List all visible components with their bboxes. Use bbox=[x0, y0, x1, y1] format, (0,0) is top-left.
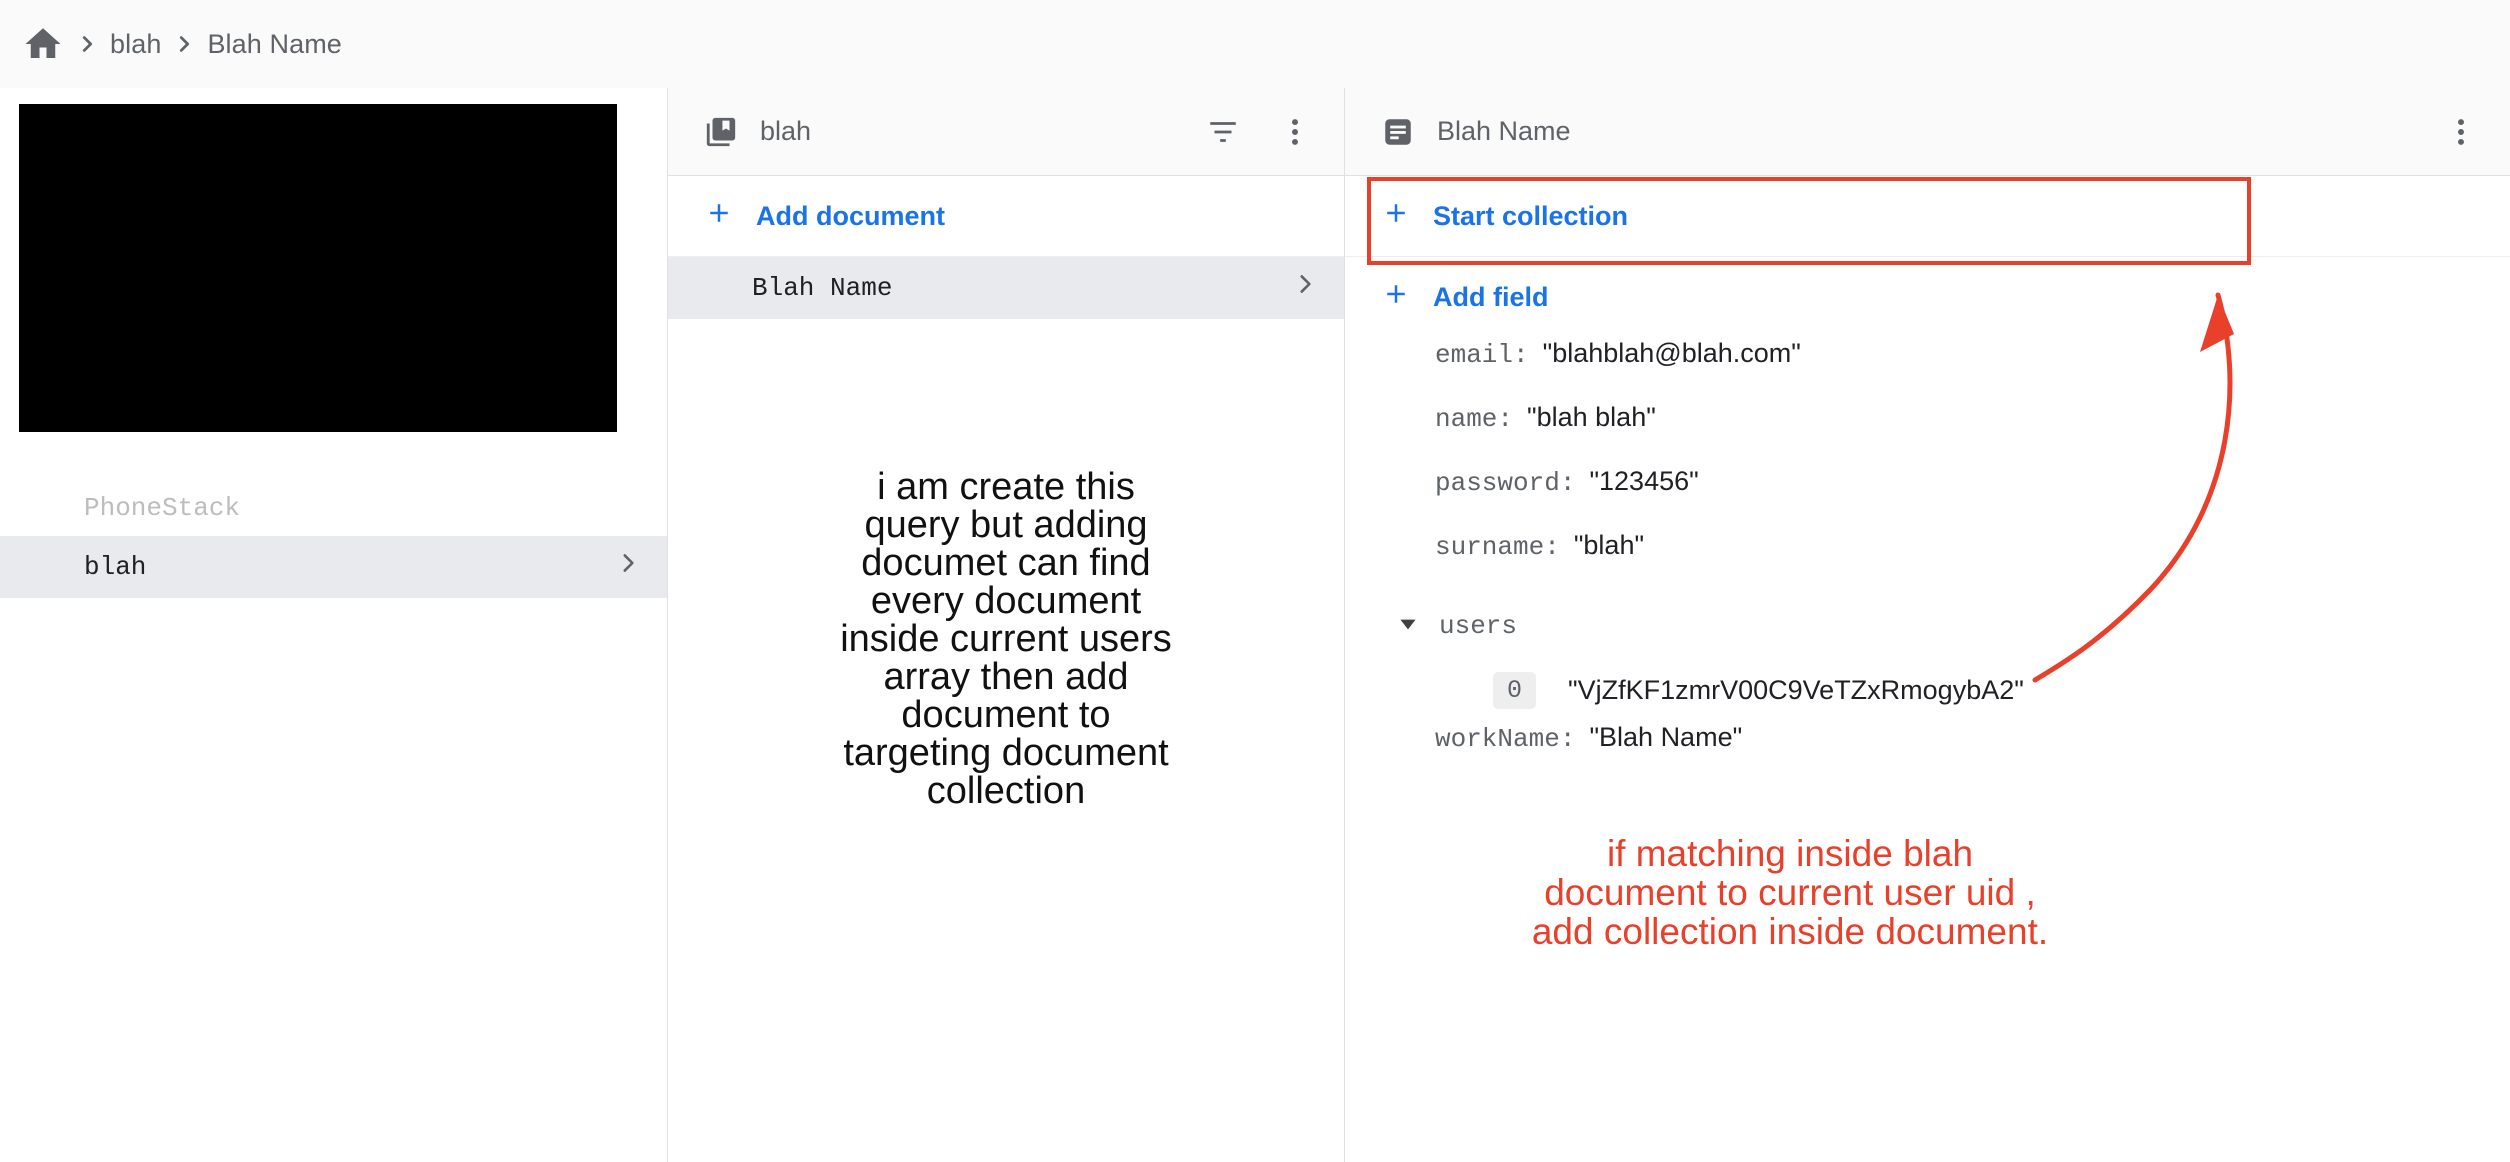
annotation-line: query but adding bbox=[864, 504, 1148, 546]
annotation-line: document to bbox=[901, 694, 1111, 736]
field-value: "Blah Name" bbox=[1589, 722, 1743, 752]
right-annotation: if matching inside blah document to curr… bbox=[1340, 833, 2240, 952]
array-item-value: "VjZfKF1zmrV00C9VeTZxRmogybA2" bbox=[1568, 674, 2024, 705]
document-list-item-label: Blah Name bbox=[752, 273, 893, 303]
field-row[interactable]: password : "123456" bbox=[1345, 466, 2510, 530]
document-fields: email : "blahblah@blah.com" name : "blah… bbox=[1345, 338, 2510, 786]
sidebar-item-label: blah bbox=[84, 552, 147, 582]
more-vert-icon[interactable] bbox=[1272, 109, 1318, 155]
collection-title: blah bbox=[760, 116, 812, 146]
field-colon: : bbox=[1497, 404, 1514, 434]
array-index-badge: 0 bbox=[1493, 671, 1537, 709]
breadcrumb-separator-icon bbox=[64, 33, 110, 55]
annotation-line: documet can find bbox=[861, 542, 1151, 584]
field-value: "blah blah" bbox=[1527, 402, 1656, 432]
document-icon bbox=[1381, 115, 1415, 149]
field-row[interactable]: workName : "Blah Name" bbox=[1345, 722, 2510, 786]
more-vert-icon[interactable] bbox=[2438, 109, 2484, 155]
array-field-name: users bbox=[1439, 611, 1518, 641]
firestore-console: blah Blah Name PhoneStack blah blah Add … bbox=[0, 0, 2510, 1162]
add-field-button[interactable]: Add field bbox=[1345, 257, 2510, 338]
annotation-line: inside current users bbox=[840, 618, 1172, 660]
collections-bookmark-icon bbox=[704, 115, 738, 149]
collection-header: blah bbox=[668, 88, 1344, 176]
field-colon: : bbox=[1544, 532, 1560, 562]
caret-down-icon[interactable] bbox=[1395, 611, 1439, 642]
field-row[interactable]: surname : "blah" bbox=[1345, 530, 2510, 594]
field-key: password bbox=[1435, 468, 1560, 498]
annotation-line: collection bbox=[926, 770, 1086, 812]
annotation-line: targeting document bbox=[843, 732, 1169, 774]
field-colon: : bbox=[1559, 468, 1576, 498]
annotation-line: array then add bbox=[883, 656, 1129, 698]
annotation-line: document to current user uid , bbox=[1544, 871, 2036, 913]
array-item[interactable]: 0 "VjZfKF1zmrV00C9VeTZxRmogybA2" bbox=[1345, 658, 2510, 722]
document-header: Blah Name bbox=[1345, 88, 2510, 176]
filter-list-icon[interactable] bbox=[1200, 109, 1246, 155]
field-value: "blahblah@blah.com" bbox=[1542, 338, 1801, 368]
field-value: "blah" bbox=[1573, 530, 1645, 560]
annotation-line: if matching inside blah bbox=[1606, 833, 1974, 874]
breadcrumb: blah Blah Name bbox=[0, 0, 2510, 88]
field-row[interactable]: email : "blahblah@blah.com" bbox=[1345, 338, 2510, 402]
annotation-line: every document bbox=[870, 580, 1142, 622]
sidebar-item-blah[interactable]: blah bbox=[0, 536, 667, 598]
add-field-label: Add field bbox=[1433, 282, 1549, 312]
breadcrumb-item-collection[interactable]: blah bbox=[110, 29, 161, 60]
left-panel: PhoneStack blah bbox=[0, 88, 668, 1162]
panels-container: PhoneStack blah blah Add document Blah N… bbox=[0, 88, 2510, 1162]
field-colon: : bbox=[1513, 340, 1529, 370]
breadcrumb-item-document[interactable]: Blah Name bbox=[207, 29, 341, 60]
annotation-line: add collection inside document. bbox=[1531, 910, 2049, 952]
field-key: workName bbox=[1435, 724, 1560, 754]
field-key: surname bbox=[1435, 532, 1545, 562]
plus-icon bbox=[1381, 279, 1411, 316]
document-title: Blah Name bbox=[1437, 116, 1571, 146]
start-collection-button[interactable]: Start collection bbox=[1345, 176, 2510, 257]
home-icon[interactable] bbox=[22, 23, 64, 65]
field-colon: : bbox=[1559, 724, 1576, 754]
field-value: "123456" bbox=[1589, 466, 1699, 496]
add-document-label: Add document bbox=[756, 200, 945, 231]
chevron-right-icon bbox=[615, 550, 641, 584]
middle-annotation: i am create this query but adding docume… bbox=[668, 468, 1344, 810]
add-document-button[interactable]: Add document bbox=[668, 176, 1344, 257]
annotation-line: i am create this bbox=[877, 466, 1135, 508]
middle-panel: blah Add document Blah Name i am create … bbox=[668, 88, 1345, 1162]
field-key: name bbox=[1435, 404, 1498, 434]
array-field-row[interactable]: users bbox=[1345, 594, 2510, 658]
plus-icon bbox=[704, 198, 734, 235]
start-collection-label: Start collection bbox=[1433, 200, 1629, 231]
chevron-right-icon bbox=[1292, 271, 1318, 305]
redaction-block bbox=[19, 104, 617, 432]
field-key: email bbox=[1435, 340, 1514, 370]
plus-icon bbox=[1381, 198, 1411, 235]
document-list-item[interactable]: Blah Name bbox=[668, 257, 1344, 319]
field-row[interactable]: name : "blah blah" bbox=[1345, 402, 2510, 466]
left-panel-ghost-item: PhoneStack bbox=[84, 493, 241, 523]
breadcrumb-separator-icon bbox=[161, 33, 207, 55]
right-panel: Blah Name Start collection Add field ema… bbox=[1345, 88, 2510, 1162]
